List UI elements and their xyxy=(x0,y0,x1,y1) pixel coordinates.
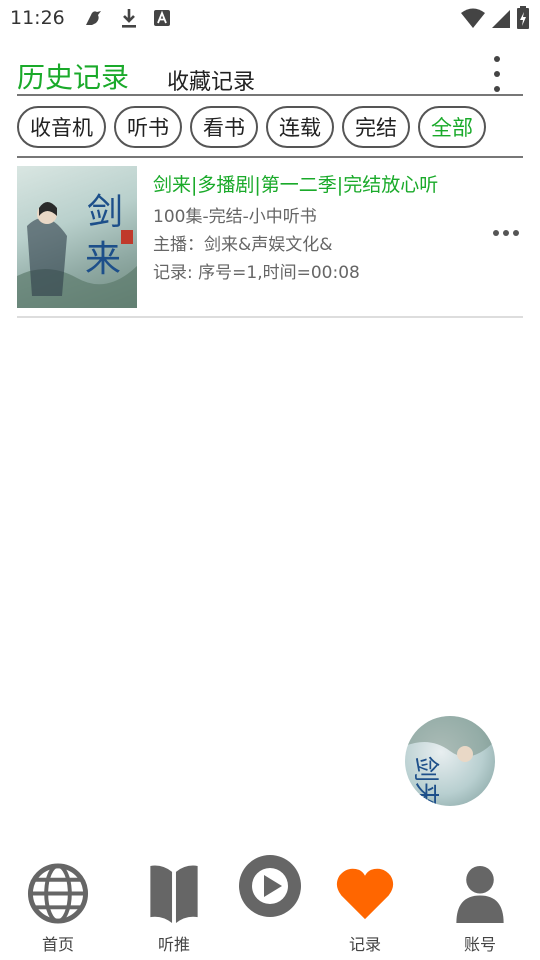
book-open-icon xyxy=(150,865,198,924)
nav-home[interactable]: 首页 xyxy=(8,850,108,955)
globe-icon xyxy=(27,863,89,924)
bird-icon xyxy=(85,11,101,25)
download-icon xyxy=(121,9,136,28)
cover-title-char-2: 来 xyxy=(85,239,121,280)
filter-chip-finished[interactable]: 完结 xyxy=(342,106,410,148)
more-vert-icon[interactable] xyxy=(493,56,501,92)
svg-text:剑来: 剑来 xyxy=(410,756,440,806)
item-subtitle: 100集-完结-小中听书 xyxy=(153,207,317,227)
wifi-icon xyxy=(461,8,485,28)
play-icon xyxy=(239,855,301,917)
tab-favorites[interactable]: 收藏记录 xyxy=(167,64,255,96)
filter-chip-audiobook[interactable]: 听书 xyxy=(114,106,182,148)
bottom-nav: 首页 听推 记录 账号 xyxy=(0,850,540,960)
item-host: 主播：剑来&声娱文化& xyxy=(153,235,333,255)
nav-recommend-label: 听推 xyxy=(157,935,190,954)
item-record: 记录: 序号=1,时间=00:08 xyxy=(153,263,360,283)
filter-chip-all[interactable]: 全部 xyxy=(418,106,486,148)
filter-row: 收音机 听书 看书 连载 完结 全部 xyxy=(17,106,523,158)
book-cover: 剑 来 xyxy=(17,166,137,308)
header-tabs: 历史记录 收藏记录 xyxy=(17,50,523,96)
item-title: 剑来|多播剧|第一二季|完结放心听 xyxy=(153,174,439,196)
status-time: 11:26 xyxy=(10,7,65,29)
filter-chip-read[interactable]: 看书 xyxy=(190,106,258,148)
nav-home-label: 首页 xyxy=(41,935,74,954)
person-icon xyxy=(456,865,504,924)
nav-account-label: 账号 xyxy=(463,935,496,954)
nav-play[interactable] xyxy=(220,842,320,947)
filter-chip-serial[interactable]: 连载 xyxy=(266,106,334,148)
filter-chip-radio[interactable]: 收音机 xyxy=(17,106,106,148)
floating-player[interactable]: 剑来 xyxy=(405,716,495,806)
more-horiz-icon[interactable] xyxy=(493,230,519,236)
nav-account[interactable]: 账号 xyxy=(430,850,530,955)
signal-icon xyxy=(492,10,510,28)
nav-records[interactable]: 记录 xyxy=(315,850,415,955)
cover-title-char-1: 剑 xyxy=(87,192,123,233)
battery-icon xyxy=(517,6,529,29)
nav-recommend[interactable]: 听推 xyxy=(124,850,224,955)
tab-history[interactable]: 历史记录 xyxy=(17,56,129,96)
font-app-icon xyxy=(153,10,170,26)
heart-icon xyxy=(336,868,394,920)
list-item[interactable]: 剑 来 剑来|多播剧|第一二季|完结放心听 100集-完结-小中听书 主播：剑来… xyxy=(17,166,523,318)
nav-records-label: 记录 xyxy=(348,935,381,954)
status-bar: 11:26 xyxy=(0,0,540,36)
